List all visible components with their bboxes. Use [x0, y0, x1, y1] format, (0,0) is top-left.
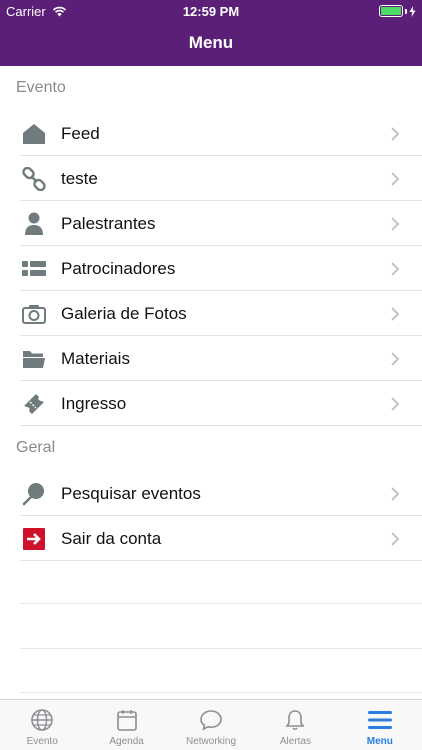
tab-agenda[interactable]: Agenda: [84, 700, 168, 750]
chevron-right-icon: [391, 261, 400, 276]
charging-bolt-icon: [409, 5, 416, 17]
divider: [20, 648, 422, 649]
chat-bubble-icon: [200, 710, 222, 731]
nav-header: Carrier 12:59 PM Menu: [0, 0, 422, 66]
menu-item-label: Palestrantes: [61, 213, 156, 233]
chevron-right-icon: [391, 126, 400, 141]
status-bar: Carrier 12:59 PM: [0, 0, 422, 22]
chevron-right-icon: [391, 306, 400, 321]
section-header-geral: Geral: [0, 426, 422, 471]
tab-networking[interactable]: Networking: [169, 700, 253, 750]
tab-label: Networking: [186, 736, 237, 747]
menu-item-patrocinadores[interactable]: Patrocinadores: [0, 246, 422, 291]
menu-item-materiais[interactable]: Materiais: [0, 336, 422, 381]
menu-item-label: Ingresso: [61, 393, 127, 413]
bell-icon: [285, 710, 305, 731]
menu-item-label: Pesquisar eventos: [61, 483, 201, 503]
menu-item-label: Materiais: [61, 348, 130, 368]
hamburger-icon: [367, 711, 392, 729]
menu-item-label: Galeria de Fotos: [61, 303, 187, 323]
tab-label: Alertas: [279, 736, 311, 747]
menu-item-pesquisar-eventos[interactable]: Pesquisar eventos: [0, 471, 422, 516]
ticket-icon: [21, 391, 47, 417]
tab-evento[interactable]: Evento: [0, 700, 84, 750]
chevron-right-icon: [391, 486, 400, 501]
section-header-evento: Evento: [0, 66, 422, 111]
tab-bar: Evento Agenda Networking Alertas Menu: [0, 699, 422, 750]
globe-icon: [31, 709, 54, 731]
chevron-right-icon: [391, 171, 400, 186]
tab-label: Evento: [26, 736, 58, 747]
battery-icon: [379, 5, 416, 17]
menu-item-label: Patrocinadores: [61, 258, 176, 278]
menu-item-sair-da-conta[interactable]: Sair da conta: [0, 516, 422, 561]
status-time: 12:59 PM: [182, 4, 240, 19]
menu-item-label: teste: [61, 168, 98, 188]
menu-item-teste[interactable]: teste: [0, 156, 422, 201]
menu-item-label: Feed: [61, 123, 100, 143]
divider: [20, 603, 422, 604]
chevron-right-icon: [391, 351, 400, 366]
page-title: Menu: [188, 33, 234, 52]
chevron-right-icon: [391, 396, 400, 411]
camera-icon: [21, 301, 47, 327]
calendar-icon: [116, 710, 137, 731]
menu-item-palestrantes[interactable]: Palestrantes: [0, 201, 422, 246]
link-icon: [21, 166, 47, 192]
person-icon: [21, 211, 47, 237]
tab-label: Menu: [366, 736, 393, 747]
tab-alertas[interactable]: Alertas: [253, 700, 337, 750]
chevron-right-icon: [391, 531, 400, 546]
tab-label: Agenda: [109, 736, 144, 747]
divider: [20, 692, 422, 693]
menu-item-ingresso[interactable]: Ingresso: [0, 381, 422, 426]
menu-list: Evento Feed teste Palestrantes Patrocina…: [0, 66, 422, 561]
tab-menu[interactable]: Menu: [338, 700, 422, 750]
chevron-right-icon: [391, 216, 400, 231]
menu-item-galeria-de-fotos[interactable]: Galeria de Fotos: [0, 291, 422, 336]
menu-item-feed[interactable]: Feed: [0, 111, 422, 156]
logout-icon: [21, 526, 47, 552]
folder-icon: [21, 346, 47, 372]
list-icon: [21, 256, 47, 282]
search-pin-icon: [21, 481, 47, 507]
menu-item-label: Sair da conta: [61, 528, 162, 548]
home-icon: [21, 121, 47, 147]
